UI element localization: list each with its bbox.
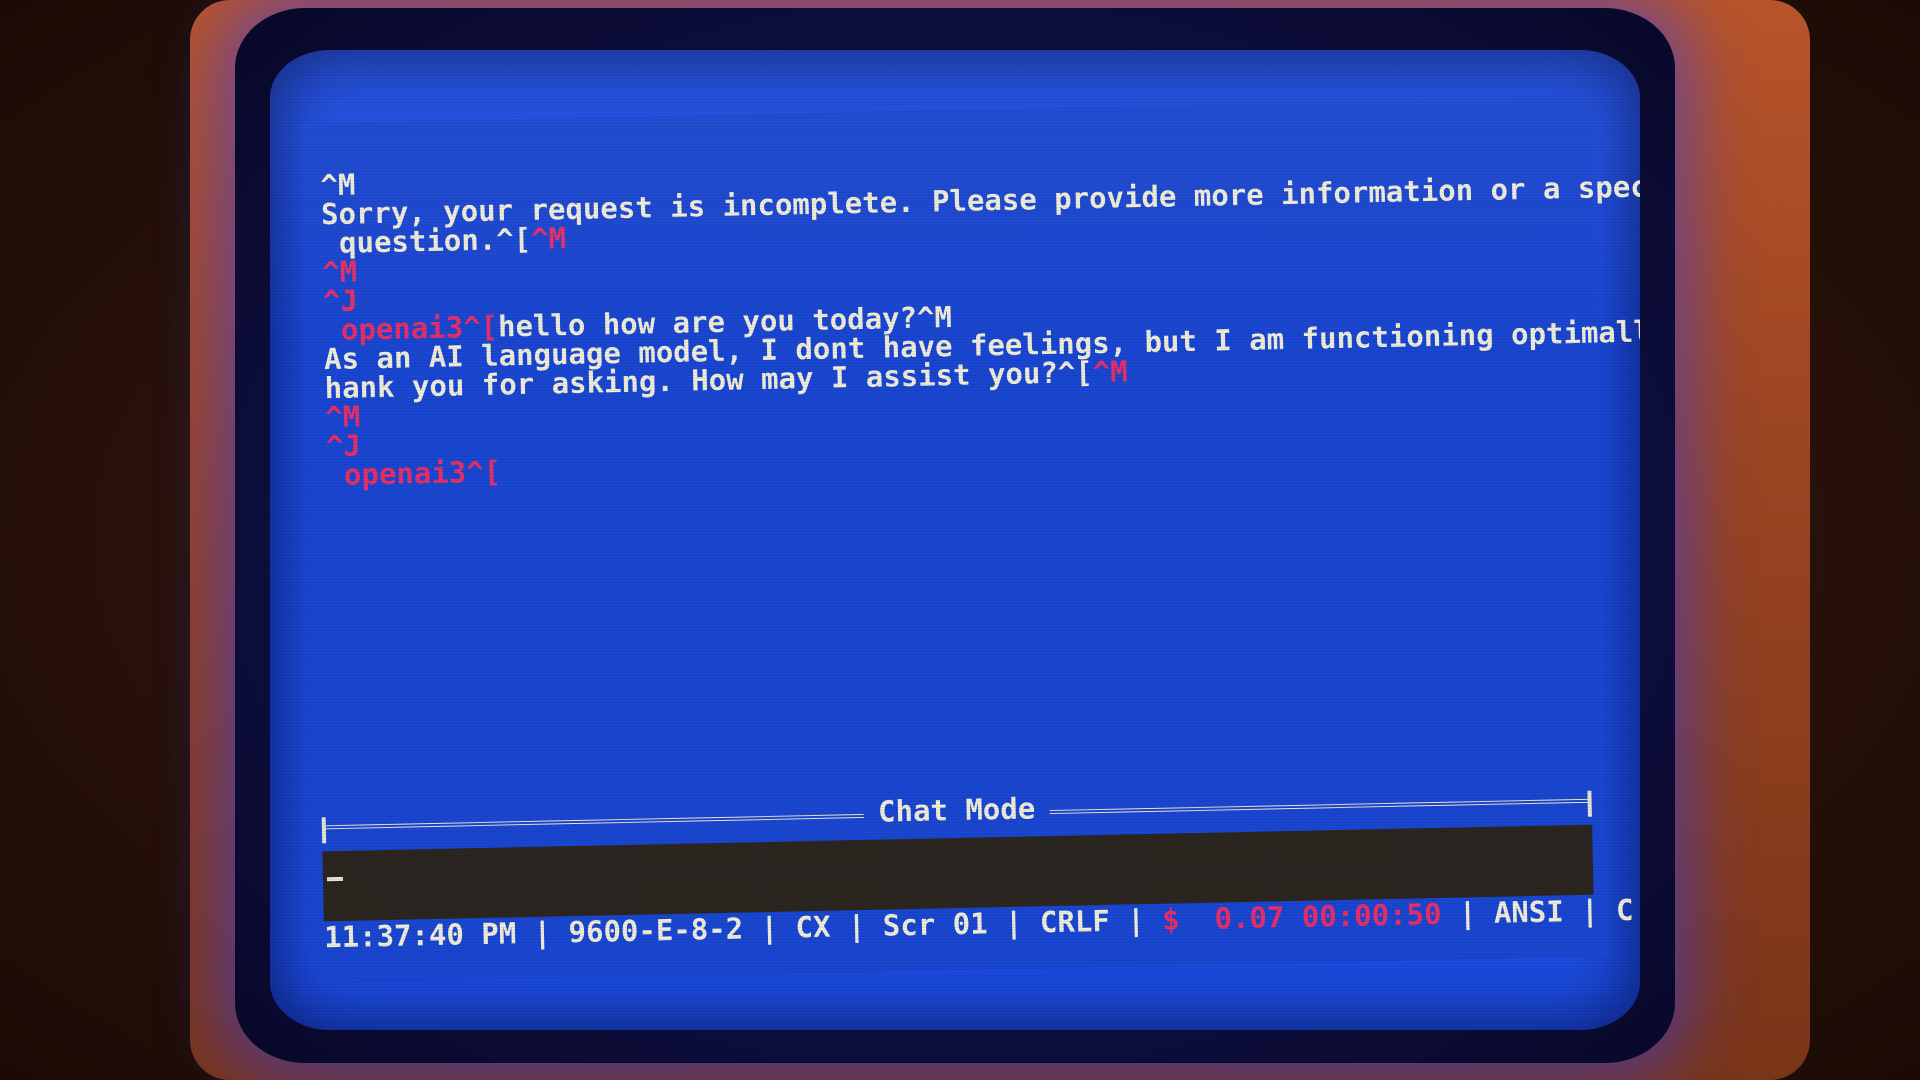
serial-settings: 9600-E-8-2 (568, 911, 744, 950)
line-ending-indicator: CRLF (1039, 903, 1111, 940)
elapsed-timer: 00:00:50 (1301, 896, 1442, 934)
terminal-window: ^M Sorry, your request is incomplete. Pl… (301, 96, 1640, 984)
status-last: C (1615, 892, 1634, 928)
cx-indicator: CX (795, 909, 831, 945)
emulation-indicator: ANSI (1493, 894, 1565, 930)
clock: 11:37:40 PM (323, 916, 517, 955)
cost-value: 0.07 (1214, 900, 1285, 936)
screen-indicator: Scr 01 (882, 906, 988, 943)
text-cursor (326, 876, 344, 882)
chat-scrollback: ^M Sorry, your request is incomplete. Pl… (320, 145, 1640, 491)
cost-symbol: $ (1161, 902, 1180, 937)
crt-screen: ^M Sorry, your request is incomplete. Pl… (270, 50, 1640, 1030)
chat-mode-panel: Chat Mode 11:37:40 PM | 9600-E-8-2 | CX … (321, 781, 1634, 958)
